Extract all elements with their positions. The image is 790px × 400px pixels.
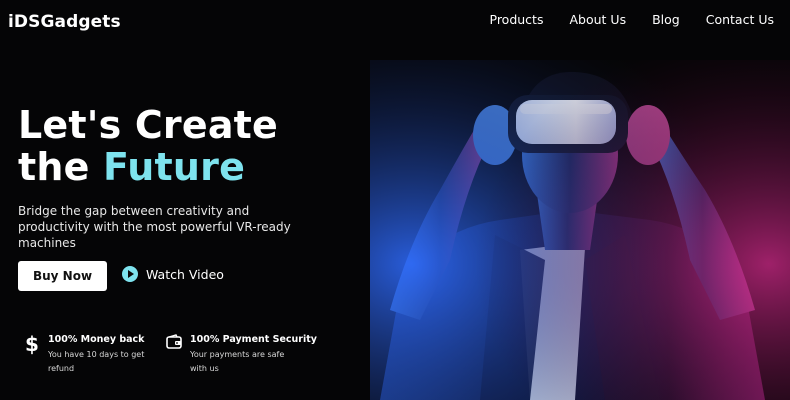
nav-contact-us[interactable]: Contact Us [706,12,774,27]
hero-title-accent: Future [103,145,246,189]
feature-desc: You have 10 days to get refund [48,350,145,373]
nav-blog[interactable]: Blog [652,12,680,27]
hero-title-line2: the Future [18,146,278,188]
watch-video-label: Watch Video [146,266,224,282]
nav-products[interactable]: Products [490,12,544,27]
hero-vr-person-image [370,60,790,400]
feature-text: 100% Money back You have 10 days to get … [48,334,156,376]
watch-video-link[interactable]: Watch Video [122,266,224,282]
brand-logo[interactable]: iDSGadgets [8,12,121,32]
play-icon [122,266,138,282]
buy-now-button[interactable]: Buy Now [18,261,107,291]
top-nav: Products About Us Blog Contact Us [490,12,775,27]
feature-title: 100% Money back [48,334,145,345]
feature-desc: Your payments are safe with us [190,350,285,373]
feature-money-back: $ 100% Money back You have 10 days to ge… [24,334,156,376]
hero-title-prefix: the [18,145,104,189]
wallet-icon [166,334,182,358]
hero-title: Let's Create the Future [18,104,278,188]
hero-subtitle: Bridge the gap between creativity and pr… [18,204,291,250]
feature-text: 100% Payment Security Your payments are … [190,334,317,376]
dollar-icon: $ [25,332,39,356]
nav-about-us[interactable]: About Us [569,12,626,27]
hero-title-line1: Let's Create [18,103,279,147]
feature-payment-security: 100% Payment Security Your payments are … [166,334,317,376]
feature-title: 100% Payment Security [190,334,317,345]
